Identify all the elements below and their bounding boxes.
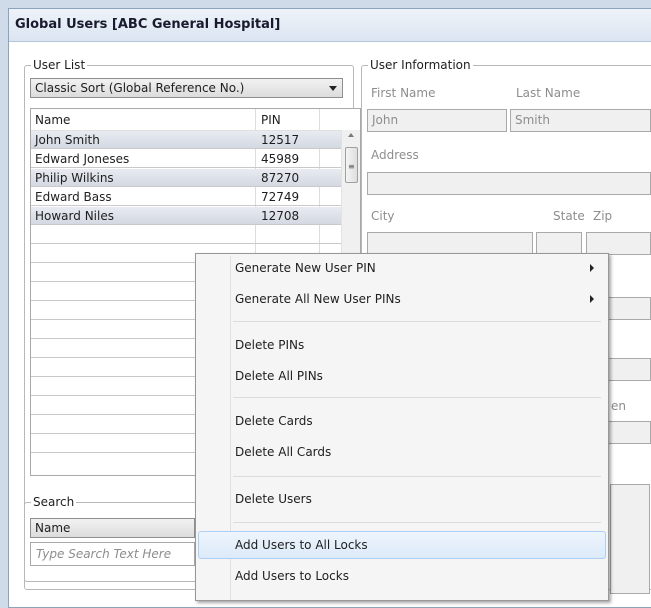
city-label: City	[371, 209, 395, 223]
menu-item-label: Add Users to Locks	[235, 569, 349, 583]
row-name: Edward Bass	[35, 190, 112, 204]
window-title: Global Users [ABC General Hospital]	[15, 17, 281, 32]
scrollbar-thumb[interactable]: ≡	[345, 147, 358, 183]
grip-icon: ≡	[348, 162, 355, 171]
row-name: Philip Wilkins	[35, 171, 114, 185]
first-name-value: John	[372, 113, 399, 127]
search-field-value: Name	[35, 521, 71, 535]
city-field[interactable]	[367, 232, 533, 255]
state-label: State	[553, 209, 585, 223]
submenu-arrow-icon	[590, 295, 594, 303]
last-name-field[interactable]: Smith	[510, 109, 651, 132]
row-name: Howard Niles	[35, 209, 114, 223]
user-list-legend: User List	[31, 58, 88, 72]
menu-item-label: Generate All New User PINs	[235, 292, 401, 306]
menu-separator	[233, 321, 601, 322]
column-header-name[interactable]: Name	[35, 113, 70, 127]
menu-item-label: Delete PINs	[235, 338, 305, 352]
row-pin: 72749	[261, 190, 300, 204]
menu-item-delete-all-pins[interactable]: Delete All PINs	[198, 362, 606, 390]
menu-item-label: Delete All PINs	[235, 369, 323, 383]
search-field-dropdown[interactable]: Name	[30, 518, 195, 538]
search-legend: Search	[31, 495, 77, 509]
user-information-legend: User Information	[368, 58, 473, 72]
title-bar: Global Users [ABC General Hospital]	[9, 9, 651, 42]
menu-item-add-users-to-locks[interactable]: Add Users to Locks	[198, 562, 606, 590]
menu-item-label: Delete Cards	[235, 414, 313, 428]
chevron-down-icon	[329, 86, 337, 91]
menu-item-delete-all-cards[interactable]: Delete All Cards	[198, 438, 606, 466]
zip-label: Zip	[593, 209, 613, 223]
menu-item-delete-cards[interactable]: Delete Cards	[198, 407, 606, 435]
sort-dropdown-value: Classic Sort (Global Reference No.)	[35, 81, 245, 95]
menu-item-delete-pins[interactable]: Delete PINs	[198, 331, 606, 359]
empty-row	[31, 226, 341, 244]
menu-separator	[233, 476, 601, 477]
menu-separator	[233, 397, 601, 398]
last-name-value: Smith	[515, 113, 550, 127]
table-row[interactable]: John Smith 12517	[31, 131, 341, 149]
state-field[interactable]	[536, 232, 582, 255]
table-header: Name PIN	[31, 109, 360, 131]
table-row[interactable]: Edward Joneses 45989	[31, 150, 341, 168]
menu-item-delete-users[interactable]: Delete Users	[198, 485, 606, 513]
notes-field[interactable]	[610, 484, 650, 594]
column-header-pin[interactable]: PIN	[261, 113, 281, 127]
table-row[interactable]: Edward Bass 72749	[31, 188, 341, 206]
menu-item-label: Delete Users	[235, 492, 312, 506]
row-name: Edward Joneses	[35, 152, 130, 166]
submenu-arrow-icon	[590, 264, 594, 272]
zip-field[interactable]	[586, 232, 651, 255]
menu-separator	[233, 522, 601, 523]
row-pin: 87270	[261, 171, 300, 185]
last-name-label: Last Name	[516, 86, 581, 100]
partial-label: en	[611, 399, 626, 413]
address-field[interactable]	[367, 172, 651, 195]
first-name-label: First Name	[371, 86, 436, 100]
row-name: John Smith	[35, 133, 100, 147]
menu-item-label: Delete All Cards	[235, 445, 332, 459]
table-row[interactable]: Philip Wilkins 87270	[31, 169, 341, 187]
table-row[interactable]: Howard Niles 12708	[31, 207, 341, 225]
menu-item-label: Add Users to All Locks	[235, 538, 368, 552]
menu-item-add-users-to-all-locks[interactable]: Add Users to All Locks	[198, 531, 606, 559]
menu-item-label: Generate New User PIN	[235, 261, 376, 275]
menu-item-generate-all-new-user-pins[interactable]: Generate All New User PINs	[198, 285, 606, 313]
row-pin: 45989	[261, 152, 300, 166]
first-name-field[interactable]: John	[367, 109, 507, 132]
scroll-up-icon[interactable]	[348, 133, 354, 137]
row-pin: 12517	[261, 133, 300, 147]
search-placeholder: Type Search Text Here	[36, 547, 172, 561]
context-menu: Generate New User PIN Generate All New U…	[195, 253, 609, 601]
sort-dropdown[interactable]: Classic Sort (Global Reference No.)	[30, 78, 343, 98]
search-input[interactable]: Type Search Text Here	[30, 542, 195, 566]
menu-item-generate-new-user-pin[interactable]: Generate New User PIN	[198, 254, 606, 282]
address-label: Address	[371, 148, 419, 162]
row-pin: 12708	[261, 209, 300, 223]
